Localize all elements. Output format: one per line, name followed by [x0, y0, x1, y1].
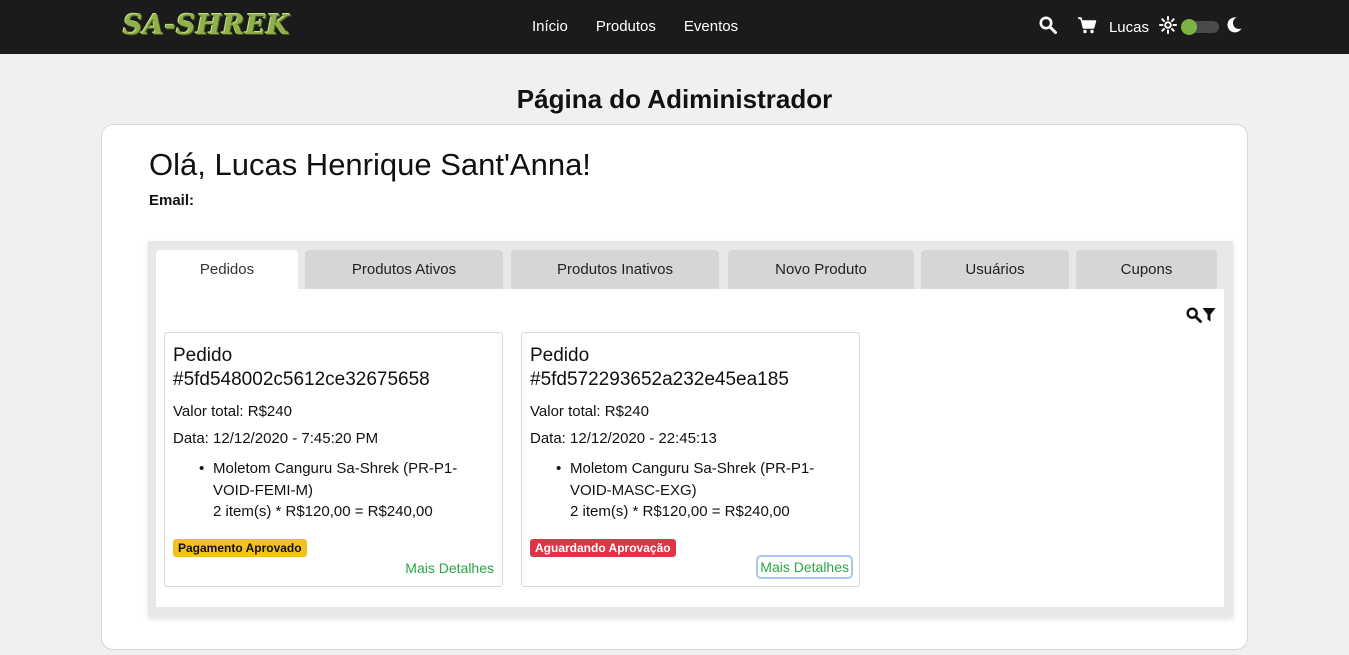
item-variant: VOID-MASC-EXG): [570, 481, 697, 499]
item-name: Moletom Canguru Sa-Shrek (PR-P1-: [213, 460, 458, 477]
more-details-link[interactable]: Mais Detalhes: [405, 560, 494, 576]
greeting-heading: Olá, Lucas Henrique Sant'Anna!: [149, 147, 591, 182]
order-title-label: Pedido: [173, 345, 233, 366]
bullet: •: [556, 460, 562, 477]
order-date: Data: 12/12/2020 - 7:45:20 PM: [173, 430, 379, 447]
item-variant: VOID-FEMI-M): [213, 481, 313, 499]
order-total: Valor total: R$240: [530, 403, 649, 420]
item-quantity-price: 2 item(s) * R$120,00 = R$240,00: [213, 503, 433, 520]
theme-toggle[interactable]: [1181, 19, 1219, 35]
tab-novo-produto[interactable]: Novo Produto: [728, 250, 914, 289]
orders-panel: Pedido #5fd548002c5612ce32675658 Valor t…: [156, 289, 1224, 607]
order-card: Pedido #5fd548002c5612ce32675658 Valor t…: [164, 332, 503, 587]
filter-icon: [1202, 307, 1216, 328]
order-item: • Moletom Canguru Sa-Shrek (PR-P1- VOID-…: [556, 458, 850, 523]
toggle-knob: [1181, 19, 1197, 35]
item-name: Moletom Canguru Sa-Shrek (PR-P1-: [570, 460, 815, 477]
order-card: Pedido #5fd572293652a232e45ea185 Valor t…: [521, 332, 860, 587]
nav-link-eventos[interactable]: Eventos: [684, 18, 738, 35]
admin-tabs: Pedidos Produtos Ativos Produtos Inativo…: [148, 241, 1233, 617]
tab-produtos-inativos[interactable]: Produtos Inativos: [511, 250, 719, 289]
page-title: Página do Adiministrador: [516, 84, 833, 114]
sun-icon: [1159, 15, 1177, 39]
nav-link-inicio[interactable]: Início: [532, 18, 568, 35]
status-badge: Pagamento Aprovado: [173, 539, 307, 557]
order-title: Pedido #5fd548002c5612ce32675658: [173, 344, 430, 392]
user-menu[interactable]: Lucas: [1109, 19, 1149, 36]
search-filter-button[interactable]: [1186, 307, 1216, 328]
search-icon: [1186, 307, 1202, 328]
order-item: • Moletom Canguru Sa-Shrek (PR-P1- VOID-…: [199, 458, 493, 523]
admin-card: Olá, Lucas Henrique Sant'Anna! Email: Pe…: [101, 124, 1248, 650]
tab-usuarios[interactable]: Usuários: [921, 250, 1069, 289]
nav-link-produtos[interactable]: Produtos: [596, 18, 656, 35]
more-details-link[interactable]: Mais Detalhes: [756, 555, 853, 579]
order-title-label: Pedido: [530, 345, 590, 366]
search-icon[interactable]: [1039, 16, 1057, 39]
email-label: Email:: [149, 192, 195, 209]
bullet: •: [199, 460, 205, 477]
order-id: #5fd572293652a232e45ea185: [530, 369, 789, 390]
brand-logo[interactable]: SA-SHREK: [123, 10, 290, 41]
order-title: Pedido #5fd572293652a232e45ea185: [530, 344, 789, 392]
tab-pedidos[interactable]: Pedidos: [156, 250, 298, 289]
nav-links: Início Produtos Eventos: [532, 18, 766, 35]
status-badge: Aguardando Aprovação: [530, 539, 676, 557]
order-id: #5fd548002c5612ce32675658: [173, 369, 430, 390]
cart-icon[interactable]: [1077, 16, 1097, 39]
item-quantity-price: 2 item(s) * R$120,00 = R$240,00: [570, 503, 790, 520]
order-total: Valor total: R$240: [173, 403, 292, 420]
nav-right-group: Lucas: [1039, 15, 1243, 39]
moon-icon: [1225, 16, 1243, 39]
tab-cupons[interactable]: Cupons: [1076, 250, 1217, 289]
order-date: Data: 12/12/2020 - 22:45:13: [530, 430, 717, 447]
navbar: SA-SHREK Início Produtos Eventos Lucas: [0, 0, 1349, 54]
tab-produtos-ativos[interactable]: Produtos Ativos: [305, 250, 503, 289]
